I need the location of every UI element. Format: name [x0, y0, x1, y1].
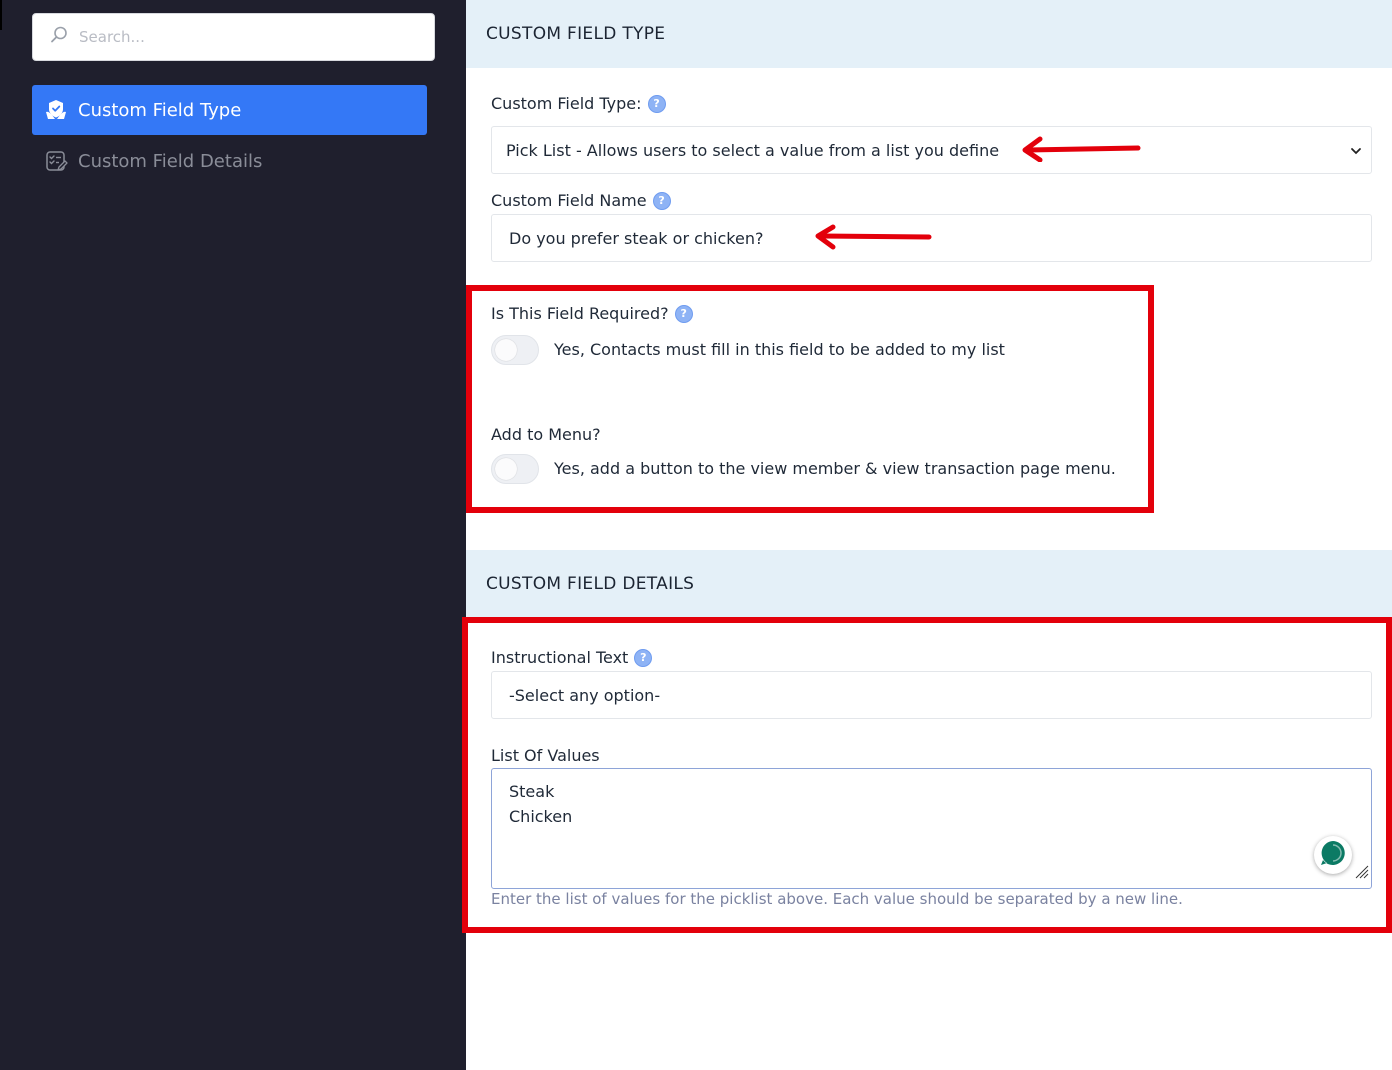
help-icon[interactable]: ? — [652, 191, 671, 210]
section-header-custom-field-details: CUSTOM FIELD DETAILS — [466, 550, 1392, 617]
field-name-value: Do you prefer steak or chicken? — [509, 228, 764, 248]
sidebar-item-custom-field-details[interactable]: Custom Field Details — [32, 136, 427, 186]
annotation-arrow-field-type — [1022, 136, 1141, 162]
sidebar-item-label: Custom Field Type — [78, 99, 242, 121]
sidebar-item-custom-field-type[interactable]: Custom Field Type — [32, 85, 427, 135]
help-icon[interactable]: ? — [647, 94, 666, 113]
edit-list-icon — [44, 149, 68, 173]
field-name-label-text: Custom Field Name — [491, 191, 647, 210]
annotation-box-toggles — [466, 285, 1154, 513]
field-type-select[interactable]: Pick List - Allows users to select a val… — [491, 126, 1372, 174]
search-box[interactable] — [32, 13, 435, 61]
field-name-label: Custom Field Name ? — [491, 191, 671, 210]
annotation-arrow-field-name — [815, 224, 932, 250]
hand-shield-icon — [44, 98, 68, 122]
search-icon — [49, 25, 69, 49]
section-header-custom-field-type: CUSTOM FIELD TYPE — [466, 0, 1392, 68]
annotation-box-details — [462, 617, 1392, 933]
sidebar-item-label: Custom Field Details — [78, 150, 263, 172]
chevron-down-icon — [1349, 143, 1363, 162]
window-edge — [0, 0, 2, 30]
field-type-selected-value: Pick List - Allows users to select a val… — [506, 140, 1000, 160]
sidebar: Custom Field Type Custom Field Details — [0, 0, 466, 1070]
field-type-label-text: Custom Field Type: — [491, 94, 642, 113]
field-type-label: Custom Field Type: ? — [491, 94, 666, 113]
search-input[interactable] — [79, 28, 409, 46]
